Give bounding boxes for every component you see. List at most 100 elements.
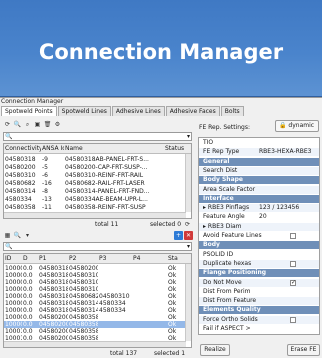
table-row[interactable]: 1000040.0 0458031804580310 Ok (4, 286, 191, 293)
search-icon: 🔍 (5, 133, 13, 140)
table-row[interactable]: 1000070.0 04580318045803144580334 Ok (4, 307, 191, 314)
delete-icon[interactable]: 🗑 (43, 120, 52, 129)
magnify-icon[interactable]: ⌕ (23, 120, 32, 129)
table-cell: Ok (168, 279, 177, 286)
table-cell: 100009 (5, 321, 22, 328)
property-name: Flange Positioning (203, 269, 267, 277)
table-row[interactable]: 04580358 -11 04580358-REINF-FRT-SUSP (4, 203, 191, 212)
table-row[interactable]: 1000050.0 045803180458068204580310 Ok (4, 293, 191, 300)
dropdown-icon[interactable]: ▾ (23, 231, 32, 240)
tab-spotweld-lines[interactable]: Spotweld Lines (57, 106, 111, 116)
property-row[interactable]: Force Ortho Solids (199, 315, 319, 324)
property-row[interactable]: PSOLID ID (199, 251, 319, 259)
column-connectivity[interactable]: Connectivity (4, 144, 41, 154)
tab-adhesive-faces[interactable]: Adhesive Faces (165, 106, 220, 116)
property-row[interactable]: Fail if ASPECT > (199, 325, 319, 333)
property-row[interactable]: TIO (199, 139, 319, 147)
table-row[interactable]: 1000060.0 04580318045803144580334 Ok (4, 300, 191, 307)
tab-bolts[interactable]: Bolts (220, 106, 244, 116)
chevron-down-icon[interactable]: ▾ (187, 133, 190, 140)
table-row[interactable]: 1000090.0 0458020004580358 Ok (4, 321, 191, 328)
table-cell: 04580358 (69, 328, 98, 335)
column-p2[interactable]: P2 (68, 254, 98, 264)
vertical-scrollbar[interactable] (185, 154, 191, 212)
top-search-input[interactable]: 🔍 ▾ (3, 132, 192, 141)
property-row[interactable]: Dist From Feature (199, 297, 319, 306)
bottom-search-input[interactable]: 🔍 ▾ (3, 242, 192, 251)
table-row[interactable]: 1000080.0 0458020004580358 Ok (4, 314, 191, 321)
connectivity-table: Connectivity ANSA Id Name Status 0458031… (3, 143, 192, 219)
property-checkbox[interactable] (290, 233, 296, 239)
property-row[interactable]: Search Dist (199, 166, 319, 175)
table-cell: 04580358 (69, 321, 98, 328)
property-name: Feature Angle (203, 213, 245, 221)
remove-icon[interactable]: ✕ (184, 231, 193, 240)
property-row[interactable]: Avoid Feature Lines (199, 232, 319, 240)
property-value[interactable]: RBE3-HEXA-RBE3 (259, 148, 312, 156)
table-cell: Ok (168, 265, 177, 272)
property-name: Dist From Feature (203, 297, 257, 305)
vertical-scrollbar[interactable] (185, 264, 191, 341)
zoom-icon[interactable]: 🔍 (13, 231, 22, 240)
realize-button[interactable]: Realize (200, 344, 230, 356)
column-p4[interactable]: P4 (132, 254, 162, 264)
table-row[interactable]: 1000030.0 0458031804580310 Ok (4, 279, 191, 286)
column-ansa-id[interactable]: ANSA Id (41, 144, 64, 154)
column-status[interactable]: Status (164, 144, 186, 154)
property-row[interactable]: Duplicate hexas (199, 259, 319, 268)
property-row[interactable]: FE Rep Type RBE3-HEXA-RBE3 (199, 148, 319, 157)
table-cell: 0.0 (23, 328, 33, 335)
tab-spotweld-points[interactable]: Spotweld Points (1, 106, 57, 116)
dynamic-button[interactable]: 🔒 dynamic (275, 120, 319, 132)
property-row[interactable]: Feature Angle 20 (199, 213, 319, 221)
property-row[interactable]: ▸ RBE3 Diam (199, 222, 319, 231)
property-row[interactable]: ▸ RBE3 Pinflags 123 / 123456 (199, 204, 319, 213)
column-p1[interactable]: P1 (38, 254, 68, 264)
erase-fe-button[interactable]: Erase FE (287, 344, 320, 356)
property-checkbox[interactable] (290, 260, 296, 267)
property-row[interactable]: Dist From Perim (199, 288, 319, 296)
bottom-status-selected: selected 1 (154, 350, 186, 357)
add-icon[interactable]: + (174, 231, 183, 240)
table-cell: 04580318 (39, 286, 68, 293)
property-row[interactable]: Area Scale Factor (199, 185, 319, 194)
property-name: ▸ RBE3 Diam (203, 222, 242, 230)
property-row[interactable]: Do Not Move (199, 278, 319, 287)
column-p3[interactable]: P3 (98, 254, 128, 264)
pid-icon[interactable]: ▣ (33, 120, 42, 129)
property-group-header: Body Shape (199, 176, 319, 185)
grid-icon[interactable]: ▦ (3, 231, 12, 240)
property-name: PSOLID ID (203, 250, 234, 258)
property-checkbox[interactable] (290, 279, 296, 287)
refresh-small-icon[interactable]: ⟳ (183, 220, 192, 229)
table-cell: 04580314 (69, 307, 98, 314)
tab-adhesive-lines[interactable]: Adhesive Lines (111, 106, 165, 116)
refresh-icon[interactable]: ⟳ (3, 120, 12, 129)
property-value[interactable]: 123 / 123456 (259, 204, 299, 212)
table-cell (98, 321, 132, 328)
table-cell (132, 321, 166, 328)
table-cell: Ok (168, 293, 177, 300)
property-checkbox[interactable] (290, 316, 296, 323)
table-cell: 0.0 (23, 265, 33, 272)
table-row[interactable]: 1000020.0 0458031804580310 Ok (4, 272, 191, 279)
horizontal-scrollbar[interactable] (4, 341, 186, 347)
property-value[interactable]: 20 (259, 213, 267, 221)
chevron-down-icon[interactable]: ▾ (187, 243, 190, 250)
table-cell: 04580318 (39, 293, 68, 300)
horizontal-scrollbar[interactable] (4, 212, 186, 218)
table-cell: 100002 (5, 272, 22, 279)
table-cell: Ok (168, 314, 177, 321)
table-row[interactable]: 1000100.0 0458020004580358 Ok (4, 328, 191, 335)
table-cell: 100007 (5, 307, 22, 314)
column-id[interactable]: ID (4, 254, 22, 264)
table-cell: 100010 (5, 328, 22, 335)
column-d[interactable]: D (22, 254, 38, 264)
column-name[interactable]: Name (64, 144, 144, 154)
zoom-icon[interactable]: 🔍 (13, 120, 22, 129)
settings-icon[interactable]: ⚙ (53, 120, 62, 129)
table-row[interactable]: 1000010.0 0458031804580200 Ok (4, 265, 191, 272)
table-cell (98, 279, 132, 286)
column-status[interactable]: Sta (167, 254, 187, 264)
table-cell: 04580358 (69, 314, 98, 321)
